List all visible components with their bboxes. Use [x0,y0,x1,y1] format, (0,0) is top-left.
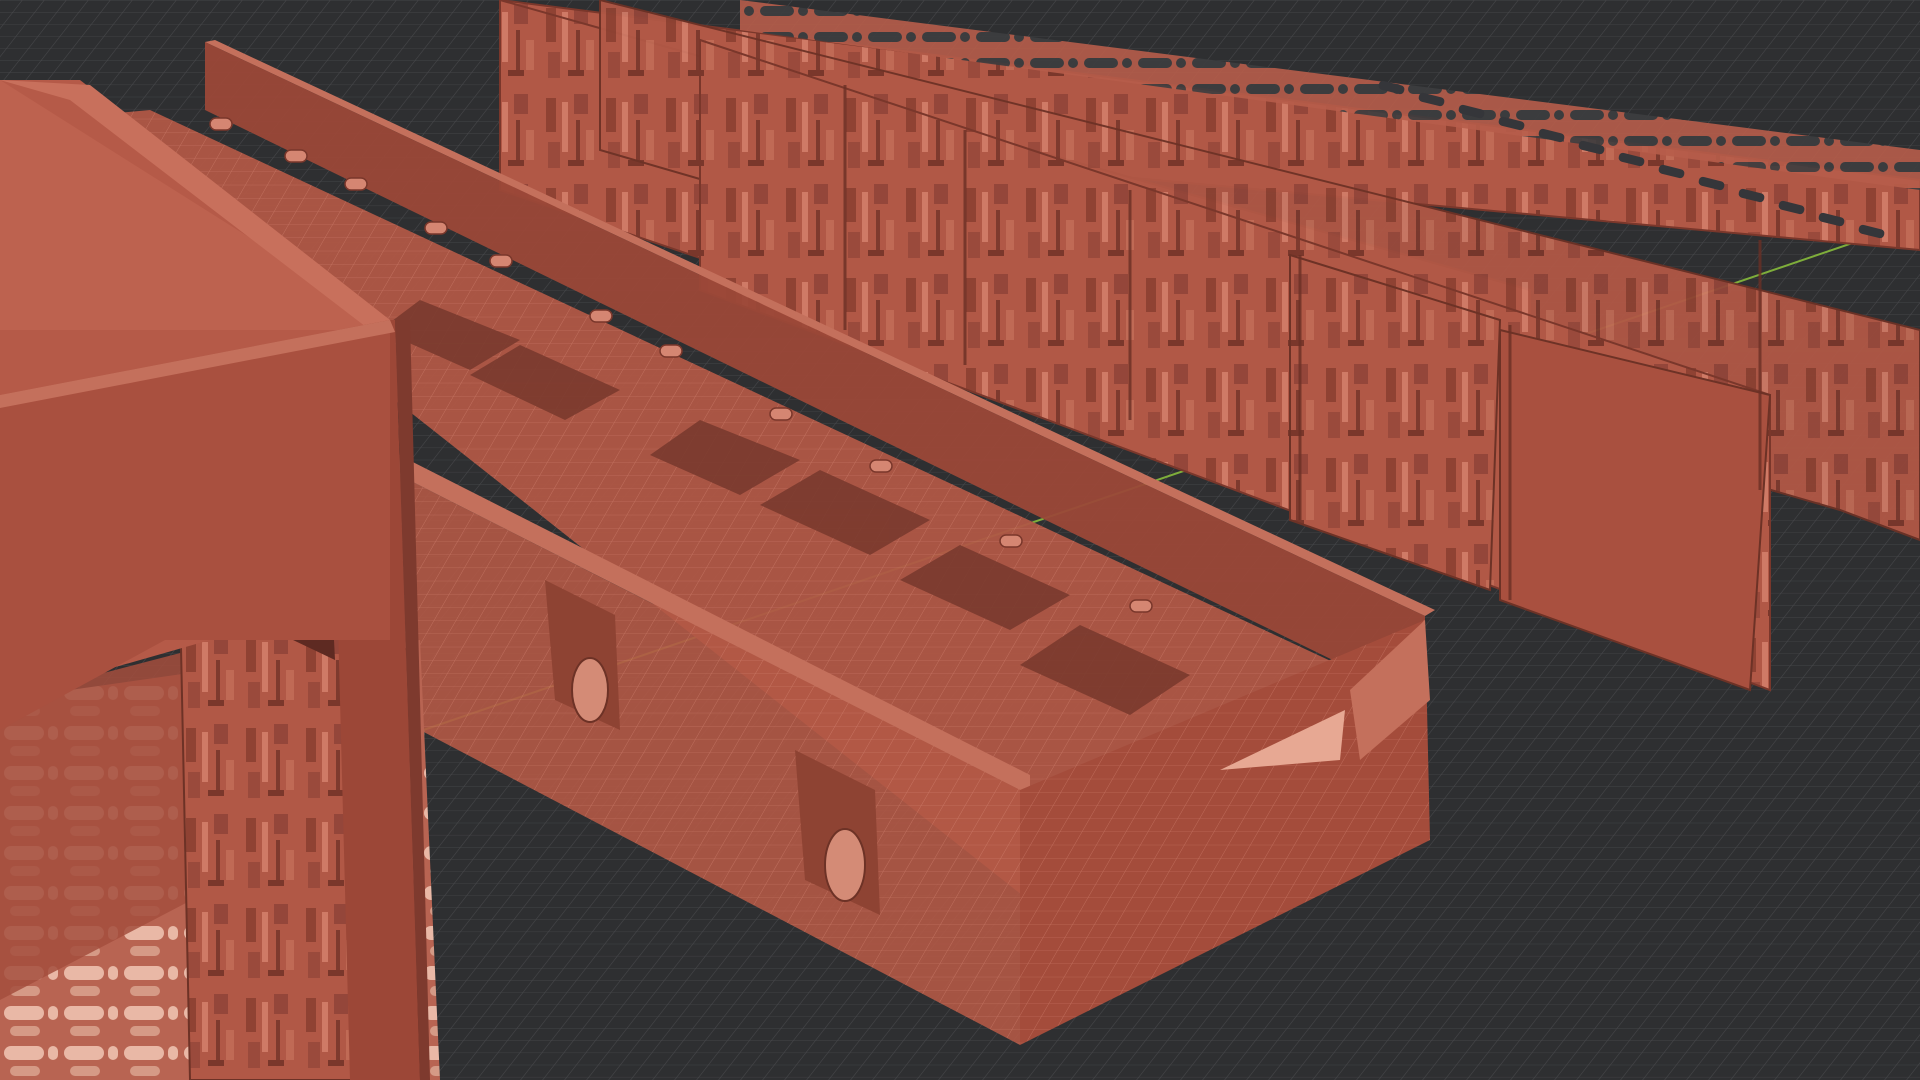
3d-viewport[interactable] [0,0,1920,1080]
